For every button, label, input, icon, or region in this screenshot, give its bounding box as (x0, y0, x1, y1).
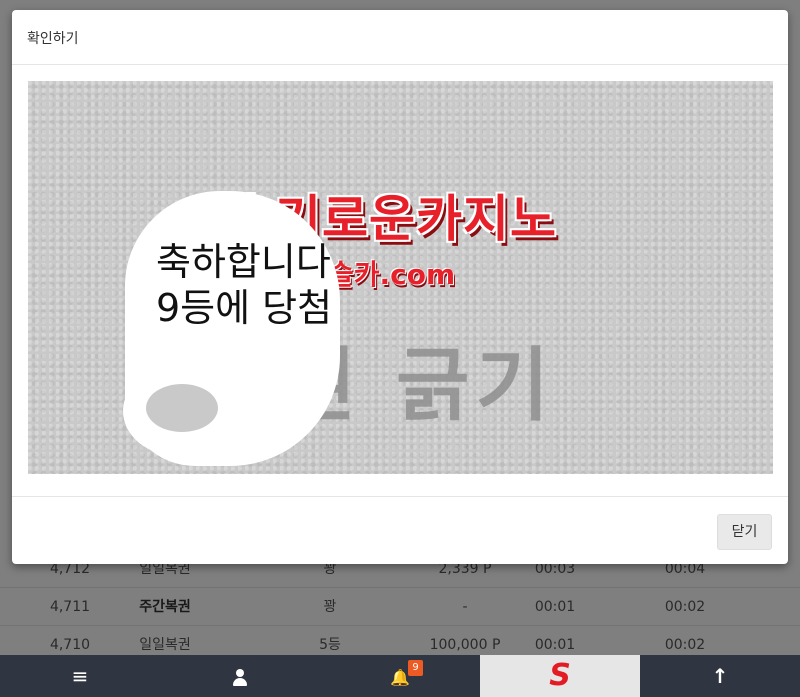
menu-icon: ≡ (71, 664, 89, 688)
bell-icon: 🔔 (390, 668, 410, 687)
close-button[interactable]: 닫기 (717, 514, 772, 550)
brand-domain-text: 슬카.com (328, 258, 456, 291)
number-hole (146, 384, 218, 432)
modal-title: 확인하기 (27, 31, 79, 47)
win-message-line2: 9등에 당첨 (156, 286, 333, 330)
home-logo-button[interactable]: S (480, 655, 640, 697)
modal-body: 슬기로운카지노 슬카.com 복권 긁기 축하합니다 9등에 당첨 (28, 81, 773, 474)
menu-button[interactable]: ≡ (0, 655, 160, 697)
notifications-button[interactable]: 🔔 9 (320, 655, 480, 697)
brand-s-logo: S (549, 658, 571, 693)
scroll-top-button[interactable]: ↑ (640, 655, 800, 697)
profile-button[interactable] (160, 655, 320, 697)
notification-badge: 9 (408, 660, 423, 676)
user-icon (232, 668, 248, 687)
bottom-nav: ≡ 🔔 9 S ↑ (0, 655, 800, 697)
modal-footer: 닫기 (12, 496, 788, 564)
lottery-ticket-image: 슬기로운카지노 슬카.com 복권 긁기 축하합니다 9등에 당첨 (28, 81, 773, 474)
arrow-up-icon: ↑ (711, 664, 729, 688)
modal-header: 확인하기 (12, 10, 788, 65)
confirm-modal: 확인하기 슬기로운카지노 슬카.com 복권 긁기 축하합니다 9등에 당첨 닫… (12, 10, 788, 564)
